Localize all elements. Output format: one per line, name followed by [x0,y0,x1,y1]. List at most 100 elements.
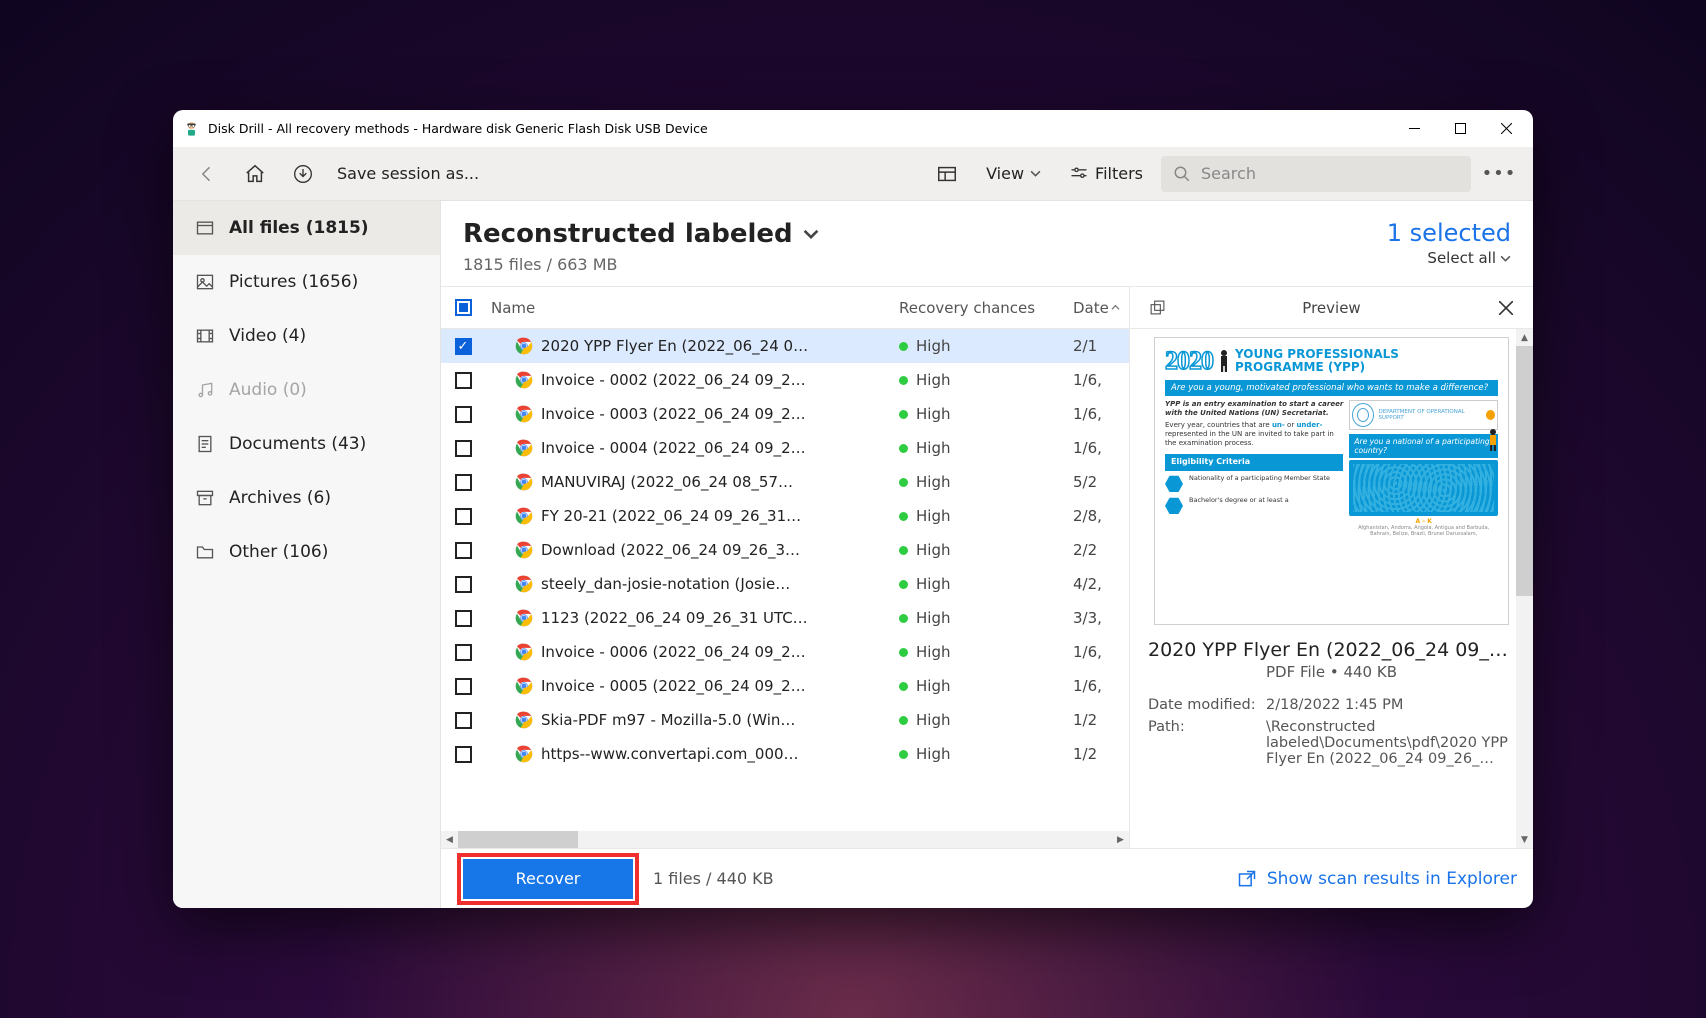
row-checkbox-cell[interactable]: ✓ [441,338,485,355]
table-row[interactable]: ✓2020 YPP Flyer En (2022_06_24 0…High2/1 [441,329,1129,363]
sidebar-item-pictures[interactable]: Pictures (1656) [173,255,440,309]
home-button[interactable] [235,154,275,194]
search-box[interactable] [1161,156,1471,192]
save-session-button[interactable]: Save session as... [331,164,485,183]
column-recovery[interactable]: Recovery chances [899,299,1073,317]
checkbox[interactable] [455,406,472,423]
chrome-pdf-icon [515,473,533,491]
row-checkbox-cell[interactable] [441,678,485,695]
row-checkbox-cell[interactable] [441,576,485,593]
checkbox[interactable] [455,576,472,593]
checkbox[interactable] [455,542,472,559]
show-in-explorer-link[interactable]: Show scan results in Explorer [1237,869,1517,889]
table-row[interactable]: Invoice - 0005 (2022_06_24 09_2…High1/6, [441,669,1129,703]
row-checkbox-cell[interactable] [441,644,485,661]
row-recovery-chance: High [899,337,1073,355]
select-all-dropdown[interactable]: Select all [1387,249,1511,267]
preview-thumbnail: 2020 YOUNG PROFESSIONALSPROGRAMME (YPP) … [1130,329,1533,625]
table-row[interactable]: https--www.convertapi.com_000…High1/2 [441,737,1129,771]
sidebar-item-documents[interactable]: Documents (43) [173,417,440,471]
row-filename: Invoice - 0003 (2022_06_24 09_2… [541,405,899,423]
row-checkbox-cell[interactable] [441,474,485,491]
table-row[interactable]: Download (2022_06_24 09_26_3…High2/2 [441,533,1129,567]
checkbox[interactable] [455,372,472,389]
row-checkbox-cell[interactable] [441,712,485,729]
checkbox[interactable] [455,474,472,491]
checkbox[interactable] [455,746,472,763]
view-dropdown[interactable]: View [976,158,1051,189]
row-filename: Invoice - 0002 (2022_06_24 09_2… [541,371,899,389]
preview-vertical-scrollbar[interactable]: ▲ ▼ [1516,329,1533,848]
scroll-down-arrow[interactable]: ▼ [1516,831,1533,848]
table-row[interactable]: Skia-PDF m97 - Mozilla-5.0 (Win…High1/2 [441,703,1129,737]
close-button[interactable] [1483,113,1529,145]
sidebar-item-all-files[interactable]: All files (1815) [173,201,440,255]
tristate-checkbox[interactable] [455,299,472,316]
table-row[interactable]: steely_dan-josie-notation (Josie…High4/2… [441,567,1129,601]
table-row[interactable]: Invoice - 0006 (2022_06_24 09_2…High1/6, [441,635,1129,669]
recover-button[interactable]: Recover [463,859,633,899]
checkbox[interactable] [455,610,472,627]
sidebar-item-audio[interactable]: Audio (0) [173,363,440,417]
window-icon [195,218,215,238]
preview-details: Date modified: 2/18/2022 1:45 PM Path: \… [1130,691,1533,779]
checkbox[interactable] [455,644,472,661]
filters-button[interactable]: Filters [1059,158,1153,190]
view-layout-icon[interactable] [926,157,968,191]
scroll-up-arrow[interactable]: ▲ [1516,329,1533,346]
image-icon [195,272,215,292]
checkbox[interactable]: ✓ [455,338,472,355]
chevron-down-icon [1030,168,1041,179]
more-button[interactable]: ••• [1479,163,1519,184]
scroll-thumb[interactable] [1516,346,1533,596]
row-filename: Download (2022_06_24 09_26_3… [541,541,899,559]
download-icon-button[interactable] [283,154,323,194]
sidebar-item-label: Pictures (1656) [229,272,358,292]
checkbox[interactable] [455,440,472,457]
toolbar: Save session as... View Filters ••• [173,147,1533,201]
table-row[interactable]: Invoice - 0002 (2022_06_24 09_2…High1/6, [441,363,1129,397]
main-area: Reconstructed labeled 1815 files / 663 M… [441,201,1533,908]
row-checkbox-cell[interactable] [441,406,485,423]
checkbox[interactable] [455,712,472,729]
table-row[interactable]: Invoice - 0003 (2022_06_24 09_2…High1/6, [441,397,1129,431]
column-name[interactable]: Name [485,299,899,317]
column-date[interactable]: Date [1073,299,1129,317]
scroll-right-arrow[interactable]: ▶ [1112,831,1129,848]
footer: Recover 1 files / 440 KB Show scan resul… [441,848,1533,908]
back-button[interactable] [187,154,227,194]
sidebar-item-other[interactable]: Other (106) [173,525,440,579]
header-checkbox-cell[interactable] [441,299,485,316]
chrome-pdf-icon [515,575,533,593]
checkbox[interactable] [455,508,472,525]
row-recovery-chance: High [899,371,1073,389]
sidebar-item-archives[interactable]: Archives (6) [173,471,440,525]
minimize-button[interactable] [1391,113,1437,145]
row-recovery-chance: High [899,507,1073,525]
row-recovery-chance: High [899,609,1073,627]
row-checkbox-cell[interactable] [441,508,485,525]
row-checkbox-cell[interactable] [441,746,485,763]
checkbox[interactable] [455,678,472,695]
row-checkbox-cell[interactable] [441,440,485,457]
horizontal-scrollbar[interactable]: ◀ ▶ [441,831,1129,848]
person-icon [1217,349,1231,373]
table-header: Name Recovery chances Date [441,287,1129,329]
folder-title-dropdown[interactable]: Reconstructed labeled [463,219,819,249]
sidebar-item-video[interactable]: Video (4) [173,309,440,363]
table-row[interactable]: 1123 (2022_06_24 09_26_31 UTC…High3/3, [441,601,1129,635]
row-checkbox-cell[interactable] [441,372,485,389]
status-dot-high [899,648,908,657]
table-row[interactable]: MANUVIRAJ (2022_06_24 08_57…High5/2 [441,465,1129,499]
search-input[interactable] [1201,164,1459,183]
maximize-button[interactable] [1437,113,1483,145]
row-checkbox-cell[interactable] [441,610,485,627]
row-checkbox-cell[interactable] [441,542,485,559]
row-date: 1/2 [1073,711,1129,729]
table-row[interactable]: FY 20-21 (2022_06_24 09_26_31…High2/8, [441,499,1129,533]
popout-button[interactable] [1144,295,1170,321]
scroll-left-arrow[interactable]: ◀ [441,831,458,848]
scroll-thumb[interactable] [458,831,578,848]
table-row[interactable]: Invoice - 0004 (2022_06_24 09_2…High1/6, [441,431,1129,465]
close-preview-button[interactable] [1493,295,1519,321]
